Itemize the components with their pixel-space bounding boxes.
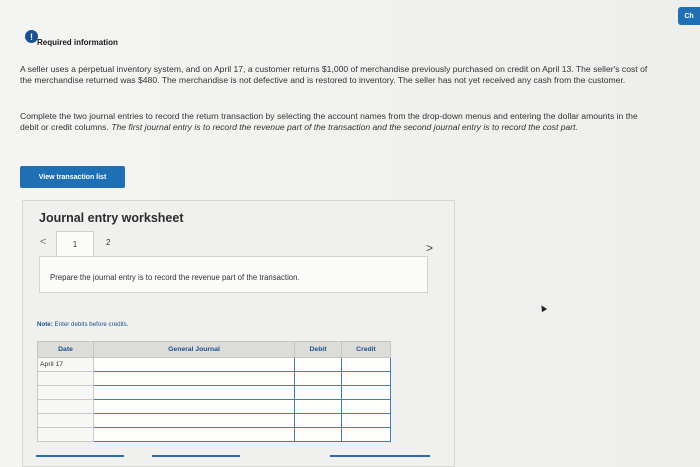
tab-entry-1[interactable]: 1 — [56, 231, 94, 256]
account-select[interactable] — [93, 371, 295, 386]
problem-description: A seller uses a perpetual inventory syst… — [20, 64, 648, 85]
credit-input[interactable] — [341, 371, 391, 386]
bottom-buttons-partial — [36, 455, 436, 459]
chevron-right-icon[interactable]: > — [426, 241, 433, 255]
chevron-left-icon[interactable]: < — [40, 236, 46, 248]
table-row — [37, 427, 391, 442]
table-row — [37, 371, 391, 386]
debit-input[interactable] — [294, 357, 342, 372]
clear-entry-button-edge[interactable] — [152, 455, 240, 457]
instructions-italic: The first journal entry is to record the… — [111, 121, 578, 132]
table-row: April 17 — [37, 357, 391, 372]
account-select[interactable] — [93, 413, 295, 428]
note: Note: Enter debits before credits. — [37, 321, 129, 328]
date-cell — [37, 427, 94, 442]
account-select[interactable] — [93, 385, 295, 400]
date-cell — [37, 371, 94, 386]
page: Ch ! Required information A seller uses … — [0, 0, 700, 467]
date-cell — [37, 399, 94, 414]
credit-input[interactable] — [341, 413, 391, 428]
date-cell: April 17 — [37, 357, 94, 372]
table-row — [37, 413, 391, 428]
account-select[interactable] — [93, 357, 295, 372]
account-select[interactable] — [93, 427, 295, 442]
debit-input[interactable] — [294, 399, 342, 414]
view-journal-button-edge[interactable] — [330, 455, 430, 457]
date-cell — [37, 413, 94, 428]
note-label: Note: — [37, 321, 53, 328]
journal-table: Date General Journal Debit Credit April … — [37, 341, 391, 442]
record-entry-button-edge[interactable] — [36, 455, 124, 457]
header-debit: Debit — [294, 341, 342, 358]
credit-input[interactable] — [341, 357, 391, 372]
view-transaction-list-button[interactable]: View transaction list — [20, 166, 125, 188]
journal-entry-worksheet: Journal entry worksheet < 1 2 > Prepare … — [22, 200, 455, 467]
debit-input[interactable] — [294, 385, 342, 400]
entry-prompt: Prepare the journal entry is to record t… — [50, 273, 300, 282]
credit-input[interactable] — [341, 427, 391, 442]
debit-input[interactable] — [294, 413, 342, 428]
entry-prompt-box: Prepare the journal entry is to record t… — [39, 256, 428, 293]
account-select[interactable] — [93, 399, 295, 414]
debit-input[interactable] — [294, 371, 342, 386]
header-credit: Credit — [341, 341, 391, 358]
debit-input[interactable] — [294, 427, 342, 442]
worksheet-title: Journal entry worksheet — [39, 211, 184, 225]
date-cell — [37, 385, 94, 400]
journal-header-row: Date General Journal Debit Credit — [37, 341, 391, 358]
mouse-cursor-icon — [538, 303, 548, 313]
chapter-tab[interactable]: Ch — [678, 7, 700, 25]
table-row — [37, 385, 391, 400]
required-information-title: Required information — [37, 38, 118, 47]
header-general-journal: General Journal — [93, 341, 295, 358]
header-date: Date — [37, 341, 94, 358]
credit-input[interactable] — [341, 385, 391, 400]
credit-input[interactable] — [341, 399, 391, 414]
note-text: Enter debits before credits. — [54, 321, 129, 328]
table-row — [37, 399, 391, 414]
tab-entry-2[interactable]: 2 — [106, 238, 110, 247]
instructions: Complete the two journal entries to reco… — [20, 111, 650, 132]
